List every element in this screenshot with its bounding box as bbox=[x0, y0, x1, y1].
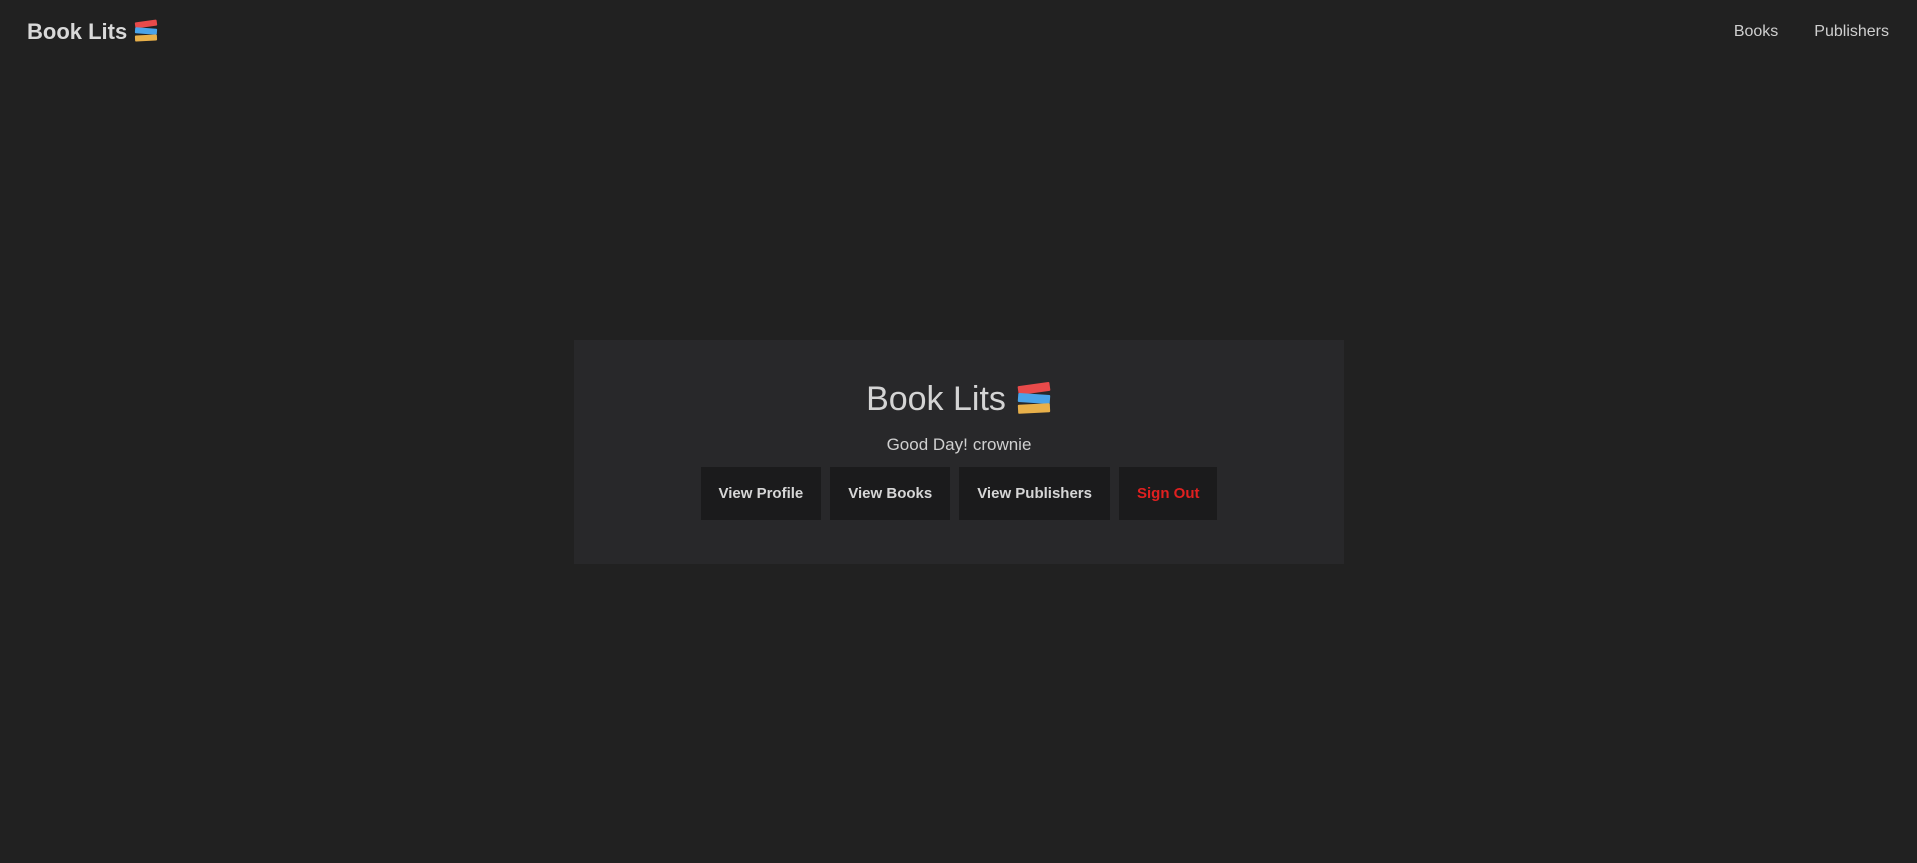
card-title: Book Lits bbox=[574, 380, 1344, 419]
view-profile-button[interactable]: View Profile bbox=[700, 467, 822, 520]
card-title-text: Book Lits bbox=[866, 380, 1006, 418]
view-publishers-button[interactable]: View Publishers bbox=[959, 467, 1110, 520]
action-buttons: View Profile View Books View Publishers … bbox=[574, 467, 1344, 520]
nav-link-books[interactable]: Books bbox=[1734, 23, 1778, 41]
nav-link-publishers[interactable]: Publishers bbox=[1814, 23, 1889, 41]
sign-out-button[interactable]: Sign Out bbox=[1118, 467, 1218, 520]
nav-links: Books Publishers bbox=[1734, 23, 1889, 41]
books-icon bbox=[133, 19, 159, 43]
view-books-button[interactable]: View Books bbox=[830, 467, 951, 520]
brand-link[interactable]: Book Lits bbox=[27, 19, 159, 45]
welcome-card: Book Lits Good Day! crownie View Profile… bbox=[574, 340, 1344, 564]
navbar: Book Lits Books Publishers bbox=[0, 0, 1917, 64]
username: crownie bbox=[972, 435, 1032, 454]
greeting: Good Day! crownie bbox=[574, 435, 1344, 455]
books-icon bbox=[1016, 381, 1052, 416]
brand-title: Book Lits bbox=[27, 19, 128, 44]
greeting-text: Good Day! bbox=[886, 435, 968, 454]
